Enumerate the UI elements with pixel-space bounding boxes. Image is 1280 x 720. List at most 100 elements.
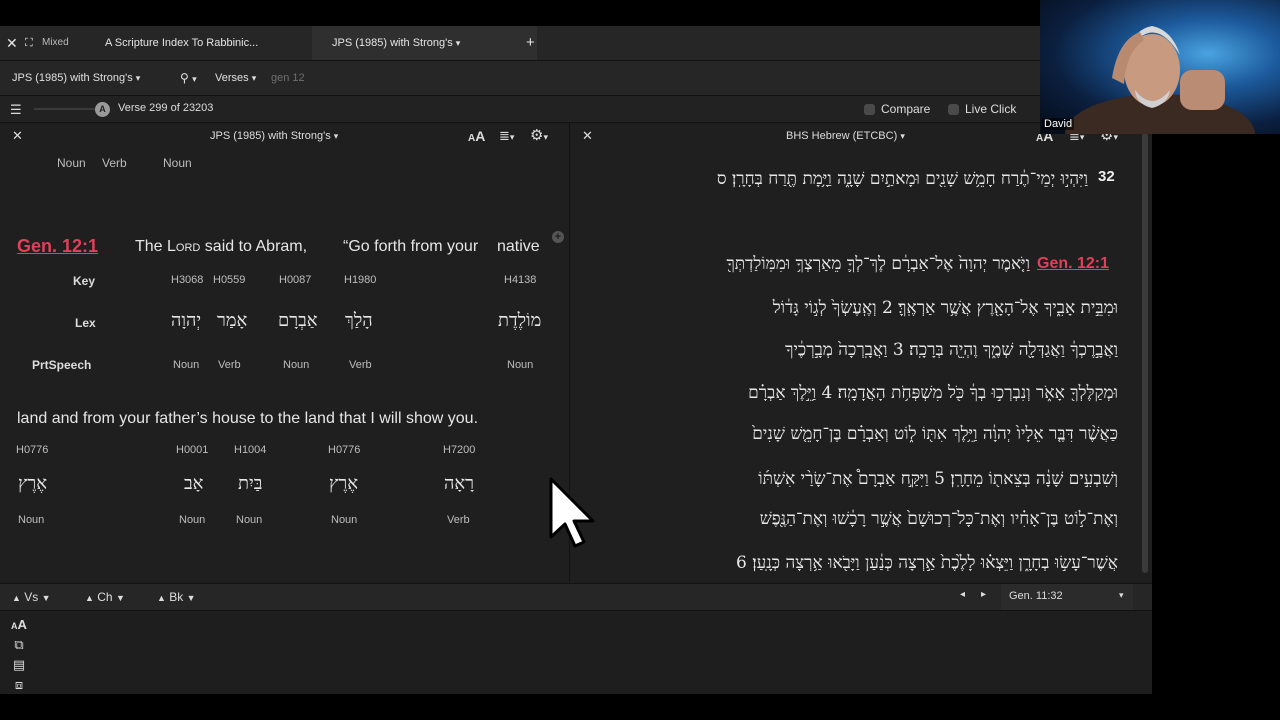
hebrew-verse-line: וַאֲבָ֣רֶכְךָ֔ וַאֲגַדְּלָ֖ה שְׁמֶ֑ךָ וֶ… (785, 340, 1118, 360)
panel-title-label: BHS Hebrew (ETCBC) (786, 130, 898, 142)
verse-slider-handle[interactable]: A (95, 102, 110, 117)
chevron-down-icon[interactable]: ▼ (42, 593, 51, 603)
text-options-icon[interactable]: ≣▾ (499, 123, 514, 150)
layout-icon[interactable]: ⧈ (10, 676, 28, 694)
add-note-icon[interactable]: + (552, 231, 564, 243)
chevron-up-icon[interactable]: ▲ (85, 593, 94, 603)
strongs-key[interactable]: H0087 (279, 274, 311, 286)
clipboard-icon[interactable]: ▤ (10, 656, 28, 674)
chapter-nav-label: Ch (97, 590, 113, 604)
strongs-key[interactable]: H0776 (16, 444, 48, 456)
strongs-key[interactable]: H0776 (328, 444, 360, 456)
compare-checkbox[interactable] (864, 104, 875, 115)
hebrew-verse-line: וְאֶת־ל֣וֹט בֶּן־אָחִ֗יו וְאֶת־כָּל־רְכו… (759, 509, 1118, 529)
lexeme[interactable]: אַבְרָם (278, 310, 318, 331)
next-arrow-icon[interactable]: ▸ (981, 589, 986, 600)
location-field[interactable]: Gen. 11:32 ▾ (1001, 584, 1133, 610)
pos-label: Noun (173, 359, 200, 371)
prev-arrow-icon[interactable]: ◂ (960, 589, 965, 600)
chevron-down-icon: ▾ (1119, 590, 1124, 600)
add-tab-button[interactable]: + (526, 26, 535, 60)
chevron-up-icon[interactable]: ▲ (12, 593, 21, 603)
live-click-toggle[interactable]: Live Click (948, 102, 1016, 116)
lexeme[interactable]: אָמַר (217, 310, 247, 331)
chevron-down-icon: ▾ (251, 73, 257, 83)
book-nav-label: Bk (169, 590, 184, 604)
list-icon[interactable]: ☰ (10, 102, 22, 118)
font-size-icon[interactable]: AA (468, 123, 485, 152)
pos-label: Verb (102, 156, 127, 170)
tab-jps[interactable]: JPS (1985) with Strong's ▾ (312, 26, 537, 60)
participant-name: David (1042, 118, 1075, 130)
verse-text: said to Abram, (200, 238, 308, 255)
verse-reference-link[interactable]: Gen. 12:1 (1037, 255, 1109, 273)
book-nav[interactable]: ▲ Bk ▼ (157, 590, 196, 604)
search-icon[interactable]: ⚲ ▾ (180, 61, 197, 95)
mode-selector[interactable]: Verses ▾ (215, 61, 256, 95)
lexeme[interactable]: אֶרֶץ (329, 473, 358, 494)
tab-label: A Scripture Index To Rabbinic... (105, 37, 259, 49)
left-panel-header: ✕ JPS (1985) with Strong's ▾ AA ≣▾ ⚙▾ (0, 123, 569, 149)
mixed-layout-icon[interactable]: ⛶ (25, 26, 33, 60)
hebrew-verse-line: וּמִבֵּ֣ית אָבִ֑יךָ אֶל־הָאָ֖רֶץ אֲשֶׁ֥ר… (772, 298, 1118, 318)
lexeme[interactable]: הָלַךְ (345, 310, 373, 331)
strongs-key[interactable]: H0559 (213, 274, 245, 286)
verse-slider-track[interactable] (34, 108, 98, 110)
pos-label: Noun (163, 156, 192, 170)
lexeme[interactable]: מוֹלֶדֶת (498, 310, 541, 331)
lexeme[interactable]: רָאָה (444, 473, 474, 494)
verse-text: “Go forth from your (343, 238, 479, 255)
verse-nav[interactable]: ▲ Vs ▼ (12, 590, 51, 604)
lexeme[interactable]: יְהוָה (171, 310, 201, 331)
verse-position-label: Verse 299 of 23203 (118, 102, 214, 114)
resource-selector[interactable]: JPS (1985) with Strong's ▾ (12, 61, 140, 95)
lexeme[interactable]: בַּיִת (238, 473, 262, 494)
panel-title-label: JPS (1985) with Strong's (210, 130, 331, 142)
verse-nav-label: Vs (24, 590, 39, 604)
gear-icon[interactable]: ⚙▾ (530, 123, 548, 150)
live-click-checkbox[interactable] (948, 104, 959, 115)
verse-bar: ☰ A Verse 299 of 23203 Compare Live Clic… (0, 96, 1152, 123)
chevron-up-icon[interactable]: ▲ (157, 593, 166, 603)
strongs-key[interactable]: H4138 (504, 274, 536, 286)
tab-bar: ✕ ⛶ Mixed A Scripture Index To Rabbinic.… (0, 26, 1152, 61)
pos-label: Noun (236, 514, 263, 526)
verse-number: 32 (1098, 168, 1115, 185)
panel-title[interactable]: BHS Hebrew (ETCBC) ▾ (786, 123, 905, 149)
font-size-icon[interactable]: AA (10, 616, 28, 634)
strongs-key[interactable]: H1980 (344, 274, 376, 286)
hebrew-verse-line: וְשִׁבְעִ֣ים שָׁנָ֔ה בְּצֵאת֖וֹ מֵחָרָֽן… (758, 469, 1118, 489)
strongs-key[interactable]: H0001 (176, 444, 208, 456)
scrollbar-track[interactable] (1142, 133, 1148, 573)
chevron-down-icon[interactable]: ▼ (116, 593, 125, 603)
tool-icons: AA ⧉ ▤ ⧈ (10, 616, 34, 696)
close-icon[interactable]: ✕ (6, 26, 18, 60)
lexeme[interactable]: אָב (184, 473, 203, 494)
verse-text: Lord (167, 238, 201, 255)
strongs-key[interactable]: H1004 (234, 444, 266, 456)
copy-icon[interactable]: ⧉ (10, 636, 28, 654)
row-label-key: Key (73, 274, 96, 288)
strongs-key[interactable]: H3068 (171, 274, 203, 286)
close-icon[interactable]: ✕ (582, 123, 593, 149)
verse-reference-link[interactable]: Gen. 12:1 (17, 236, 98, 257)
compare-toggle[interactable]: Compare (864, 102, 930, 116)
chevron-down-icon: ▾ (900, 131, 905, 141)
tab-label: JPS (1985) with Strong's (332, 37, 453, 49)
compare-label: Compare (881, 102, 931, 116)
tab-scripture-index[interactable]: A Scripture Index To Rabbinic... (88, 26, 311, 60)
chevron-down-icon: ▾ (135, 73, 141, 83)
pos-label: Noun (283, 359, 310, 371)
pos-label: Noun (18, 514, 45, 526)
bottom-nav-bar: ▲ Vs ▼ ▲ Ch ▼ ▲ Bk ▼ ◂ ▸ Gen. 11:32 ▾ (0, 583, 1152, 611)
chevron-down-icon[interactable]: ▼ (187, 593, 196, 603)
lexeme[interactable]: אֶרֶץ (18, 473, 47, 494)
strongs-key[interactable]: H7200 (443, 444, 475, 456)
verse-text-line: land and from your father’s house to the… (17, 410, 479, 427)
pos-label: Noun (331, 514, 358, 526)
resource-label: JPS (1985) with Strong's (12, 72, 133, 84)
chapter-nav[interactable]: ▲ Ch ▼ (85, 590, 125, 604)
search-input[interactable]: gen 12 (271, 61, 305, 95)
panel-title[interactable]: JPS (1985) with Strong's ▾ (210, 123, 338, 149)
close-icon[interactable]: ✕ (12, 123, 23, 149)
